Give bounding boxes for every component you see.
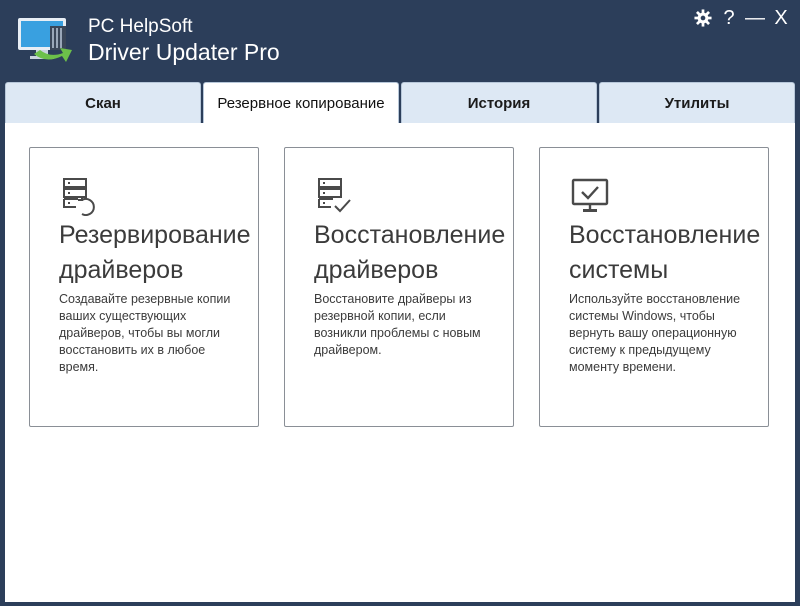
brand-name: PC HelpSoft bbox=[88, 16, 193, 37]
close-button[interactable]: X bbox=[772, 6, 790, 30]
monitor-check-icon bbox=[571, 178, 609, 212]
tab-bar: Скан Резервное копирование История Утили… bbox=[5, 82, 795, 124]
backup-drivers-card[interactable]: Резервирование драйверов Создавайте резе… bbox=[29, 147, 259, 427]
backup-panel: Резервирование драйверов Создавайте резе… bbox=[5, 123, 795, 602]
card-description: Используйте восстановление системы Windo… bbox=[569, 292, 741, 374]
help-button[interactable]: ? bbox=[720, 6, 738, 30]
card-title: Восстановление драйверов bbox=[314, 221, 506, 284]
tab-history[interactable]: История bbox=[401, 82, 597, 124]
tab-utilities[interactable]: Утилиты bbox=[599, 82, 795, 124]
minimize-button[interactable]: — bbox=[745, 6, 765, 30]
app-title: PC HelpSoft Driver Updater Pro bbox=[88, 16, 280, 66]
system-restore-card[interactable]: Восстановление системы Используйте восст… bbox=[539, 147, 769, 427]
window-controls: ? — X bbox=[694, 6, 790, 30]
card-title: Резервирование драйверов bbox=[59, 221, 251, 284]
restore-drivers-card[interactable]: Восстановление драйверов Восстановите др… bbox=[284, 147, 514, 427]
gear-icon[interactable] bbox=[694, 6, 712, 30]
server-check-icon bbox=[318, 178, 351, 213]
tab-scan[interactable]: Скан bbox=[5, 82, 201, 124]
app-logo-icon bbox=[18, 18, 72, 62]
card-title: Восстановление системы bbox=[569, 221, 761, 284]
server-restore-icon bbox=[63, 178, 95, 216]
card-description: Создавайте резервные копии ваших существ… bbox=[59, 292, 231, 374]
app-header: PC HelpSoft Driver Updater Pro ? — X bbox=[0, 0, 800, 82]
card-description: Восстановите драйверы из резервной копии… bbox=[314, 292, 481, 357]
tab-backup[interactable]: Резервное копирование bbox=[203, 82, 399, 124]
product-name: Driver Updater Pro bbox=[88, 39, 280, 65]
